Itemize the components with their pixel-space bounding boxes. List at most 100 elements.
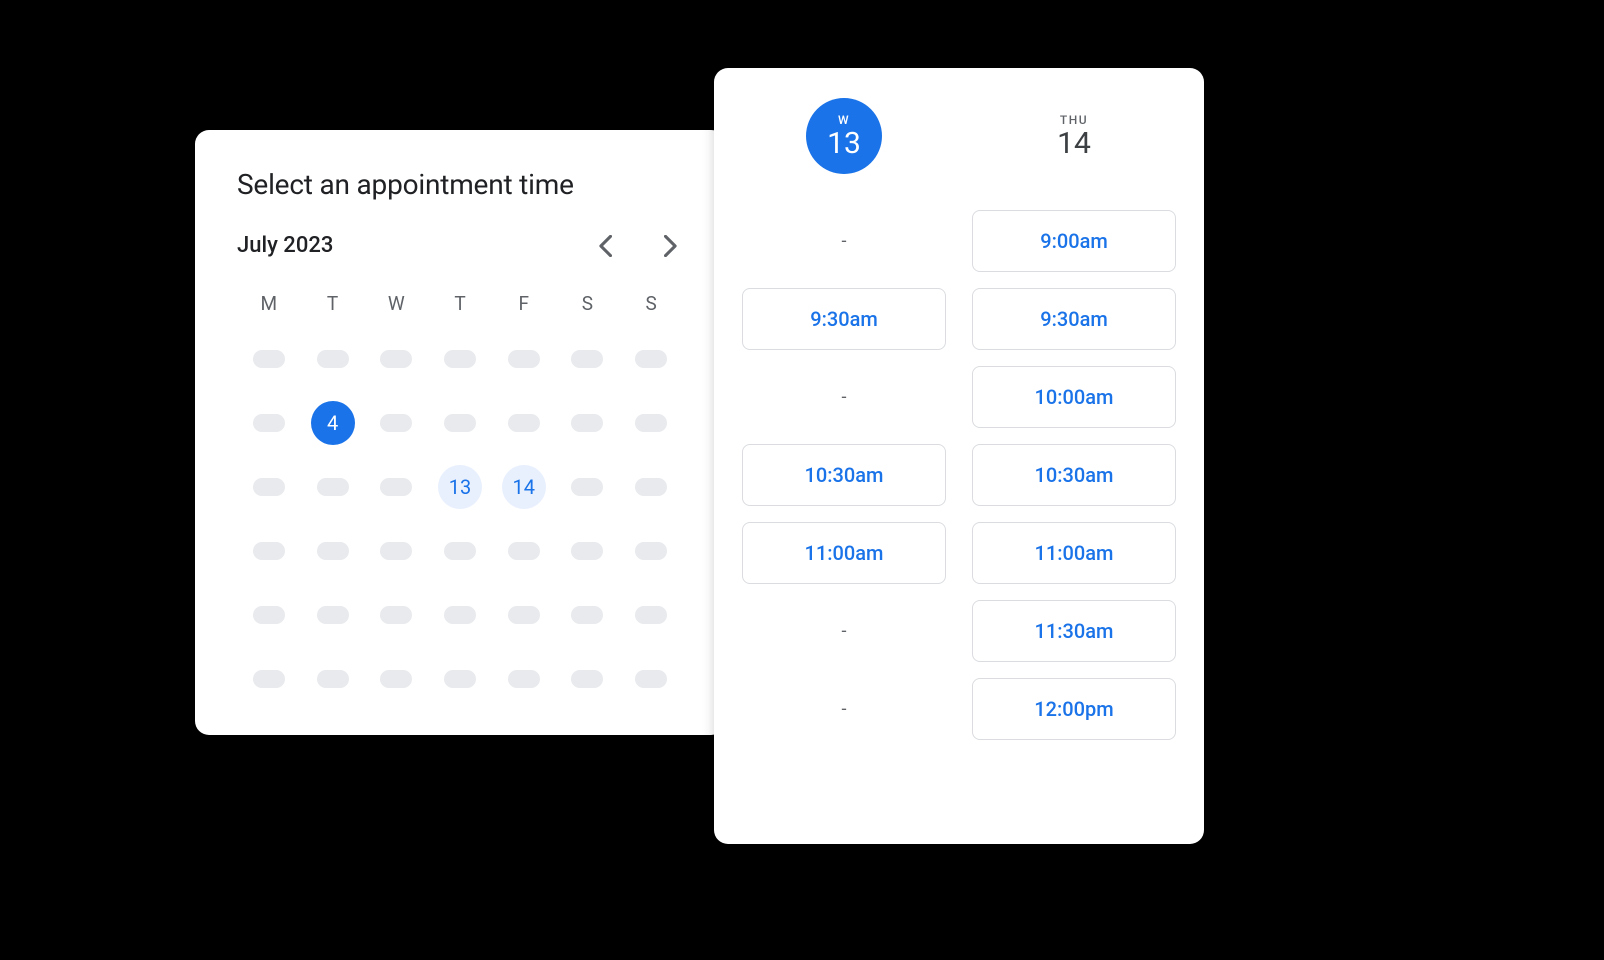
timeslots-grid: -9:00am9:30am9:30am-10:00am10:30am10:30a… [742, 210, 1176, 740]
day-placeholder [508, 414, 540, 432]
day-cell [556, 657, 620, 701]
day-cell [428, 337, 492, 381]
calendar-days-grid: 4 13 14 [237, 337, 683, 701]
day-placeholder [253, 414, 285, 432]
day-placeholder [571, 670, 603, 688]
prev-month-button[interactable] [593, 234, 617, 258]
day-cell [237, 401, 301, 445]
day-cell [492, 657, 556, 701]
day-placeholder [508, 670, 540, 688]
day-cell [301, 465, 365, 509]
timeslot-button[interactable]: 11:00am [742, 522, 946, 584]
day-placeholder [571, 414, 603, 432]
day-placeholder [571, 542, 603, 560]
day-cell [428, 593, 492, 637]
day-cell [301, 529, 365, 573]
day-cell [364, 337, 428, 381]
timeslot-button[interactable]: 9:00am [972, 210, 1176, 272]
day-cell[interactable]: 4 [301, 401, 365, 445]
timeslot-day-header[interactable]: THU 14 [972, 98, 1176, 174]
month-nav-buttons [593, 234, 683, 258]
chevron-right-icon [664, 235, 678, 257]
next-month-button[interactable] [659, 234, 683, 258]
day-cell [556, 337, 620, 381]
timeslot-unavailable: - [742, 210, 946, 272]
day-cell [428, 401, 492, 445]
day-placeholder [444, 350, 476, 368]
timeslot-button[interactable]: 10:30am [742, 444, 946, 506]
day-cell [364, 593, 428, 637]
day-highlighted[interactable]: 13 [438, 465, 482, 509]
day-cell [619, 465, 683, 509]
day-cell [237, 465, 301, 509]
timeslot-button[interactable]: 11:30am [972, 600, 1176, 662]
timeslot-button[interactable]: 10:00am [972, 366, 1176, 428]
day-placeholder [380, 670, 412, 688]
day-cell [237, 593, 301, 637]
day-cell [301, 337, 365, 381]
day-cell [364, 465, 428, 509]
day-cell [237, 657, 301, 701]
day-placeholder [380, 606, 412, 624]
day-placeholder [253, 606, 285, 624]
day-placeholder [380, 478, 412, 496]
day-cell [301, 657, 365, 701]
day-cell[interactable]: 14 [492, 465, 556, 509]
day-cell [428, 657, 492, 701]
day-placeholder [444, 414, 476, 432]
day-selected[interactable]: 4 [311, 401, 355, 445]
timeslot-button[interactable]: 11:00am [972, 522, 1176, 584]
timeslot-button[interactable]: 12:00pm [972, 678, 1176, 740]
day-cell [556, 401, 620, 445]
day-placeholder [635, 350, 667, 368]
day-cell [492, 401, 556, 445]
day-placeholder [571, 606, 603, 624]
day-placeholder [635, 670, 667, 688]
day-placeholder [317, 350, 349, 368]
day-cell[interactable]: 13 [428, 465, 492, 509]
timeslot-unavailable: - [742, 678, 946, 740]
day-placeholder [253, 542, 285, 560]
timeslot-button[interactable]: 9:30am [742, 288, 946, 350]
month-navigation-row: July 2023 [237, 233, 683, 258]
day-header-num: 13 [827, 129, 861, 159]
day-placeholder [571, 478, 603, 496]
timeslot-day-header[interactable]: W13 [742, 98, 946, 174]
weekday-label: F [492, 292, 556, 315]
day-placeholder [508, 542, 540, 560]
day-cell [619, 337, 683, 381]
day-cell [556, 529, 620, 573]
timeslot-button[interactable]: 10:30am [972, 444, 1176, 506]
day-placeholder [444, 670, 476, 688]
day-header-unselected[interactable]: THU 14 [1036, 98, 1112, 174]
timeslot-button[interactable]: 9:30am [972, 288, 1176, 350]
day-headers-row: W13 THU 14 [742, 98, 1176, 174]
day-cell [556, 593, 620, 637]
day-cell [364, 401, 428, 445]
day-cell [619, 657, 683, 701]
day-cell [619, 593, 683, 637]
day-cell [301, 593, 365, 637]
day-placeholder [253, 478, 285, 496]
day-placeholder [317, 670, 349, 688]
day-cell [619, 529, 683, 573]
timeslot-unavailable: - [742, 600, 946, 662]
weekday-label: T [428, 292, 492, 315]
day-header-selected[interactable]: W13 [806, 98, 882, 174]
day-placeholder [380, 350, 412, 368]
day-placeholder [380, 542, 412, 560]
canvas: Select an appointment time July 2023 MTW… [0, 0, 1604, 960]
day-cell [364, 657, 428, 701]
weekday-label: W [364, 292, 428, 315]
day-header-abbr: THU [1060, 113, 1088, 127]
day-placeholder [380, 414, 412, 432]
weekday-label: S [619, 292, 683, 315]
day-placeholder [444, 542, 476, 560]
day-placeholder [508, 606, 540, 624]
day-placeholder [253, 350, 285, 368]
day-placeholder [635, 414, 667, 432]
weekday-label: S [556, 292, 620, 315]
day-header-num: 14 [1057, 129, 1091, 159]
day-highlighted[interactable]: 14 [502, 465, 546, 509]
day-placeholder [317, 542, 349, 560]
